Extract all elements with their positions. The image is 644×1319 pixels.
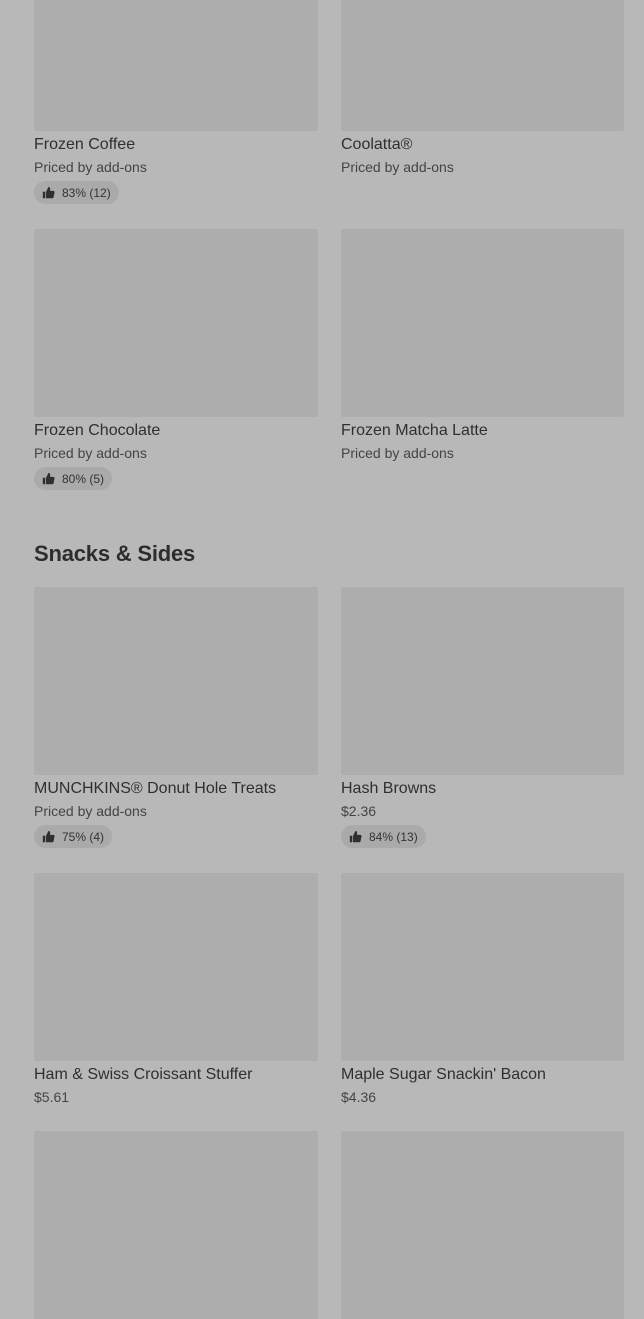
item-image-placeholder bbox=[34, 587, 318, 775]
item-image-placeholder bbox=[34, 0, 318, 131]
rating-badge: 84% (13) bbox=[341, 825, 426, 848]
item-name: Frozen Chocolate bbox=[34, 422, 161, 439]
thumbs-up-icon bbox=[349, 830, 362, 843]
thumbs-up-icon bbox=[42, 830, 55, 843]
menu-item-card[interactable] bbox=[34, 1131, 318, 1319]
item-name: Ham & Swiss Croissant Stuffer bbox=[34, 1066, 253, 1083]
item-name: Coolatta® bbox=[341, 136, 413, 153]
menu-item-card[interactable]: Hash Browns $2.36 84% (13) bbox=[341, 587, 624, 848]
menu-item-card[interactable]: Frozen Matcha Latte Priced by add-ons bbox=[341, 229, 624, 461]
menu-item-card[interactable]: Coolatta® Priced by add-ons bbox=[341, 0, 624, 175]
thumbs-up-icon bbox=[42, 472, 55, 485]
section-title: Snacks & Sides bbox=[34, 541, 196, 566]
item-name: Maple Sugar Snackin' Bacon bbox=[341, 1066, 546, 1083]
item-price: Priced by add-ons bbox=[34, 445, 147, 461]
rating-badge: 80% (5) bbox=[34, 467, 113, 490]
menu-item-card[interactable]: Ham & Swiss Croissant Stuffer $5.61 bbox=[34, 873, 318, 1105]
item-name: MUNCHKINS® Donut Hole Treats bbox=[34, 780, 277, 797]
item-name: Hash Browns bbox=[341, 780, 437, 797]
menu-item-card[interactable]: Frozen Coffee Priced by add-ons 83% (12) bbox=[34, 0, 318, 204]
item-image-placeholder bbox=[34, 229, 318, 417]
item-image-placeholder bbox=[341, 1131, 624, 1319]
item-price: Priced by add-ons bbox=[341, 445, 454, 461]
menu-item-card[interactable]: Frozen Chocolate Priced by add-ons 80% (… bbox=[34, 229, 318, 490]
rating-text: 80% (5) bbox=[62, 471, 105, 486]
item-price: Priced by add-ons bbox=[341, 159, 454, 175]
item-image-placeholder bbox=[34, 873, 318, 1061]
item-price: $4.36 bbox=[341, 1089, 377, 1105]
item-name: Frozen Matcha Latte bbox=[341, 422, 488, 439]
item-name: Frozen Coffee bbox=[34, 136, 136, 153]
thumbs-up-icon bbox=[42, 186, 55, 199]
item-price: $5.61 bbox=[34, 1089, 70, 1105]
rating-text: 84% (13) bbox=[369, 829, 418, 844]
menu-item-card[interactable]: MUNCHKINS® Donut Hole Treats Priced by a… bbox=[34, 587, 318, 848]
menu-item-card[interactable]: Maple Sugar Snackin' Bacon $4.36 bbox=[341, 873, 624, 1105]
item-image-placeholder bbox=[341, 229, 624, 417]
item-image-placeholder bbox=[341, 0, 624, 131]
rating-text: 75% (4) bbox=[62, 829, 105, 844]
rating-badge: 75% (4) bbox=[34, 825, 113, 848]
rating-badge: 83% (12) bbox=[34, 181, 119, 204]
menu-item-card[interactable] bbox=[341, 1131, 624, 1319]
rating-text: 83% (12) bbox=[62, 185, 111, 200]
item-image-placeholder bbox=[341, 587, 624, 775]
item-price: Priced by add-ons bbox=[34, 803, 147, 819]
item-image-placeholder bbox=[34, 1131, 318, 1319]
menu-page: Frozen Coffee Priced by add-ons 83% (12)… bbox=[0, 0, 644, 1319]
item-price: $2.36 bbox=[341, 803, 377, 819]
item-image-placeholder bbox=[341, 873, 624, 1061]
item-price: Priced by add-ons bbox=[34, 159, 147, 175]
